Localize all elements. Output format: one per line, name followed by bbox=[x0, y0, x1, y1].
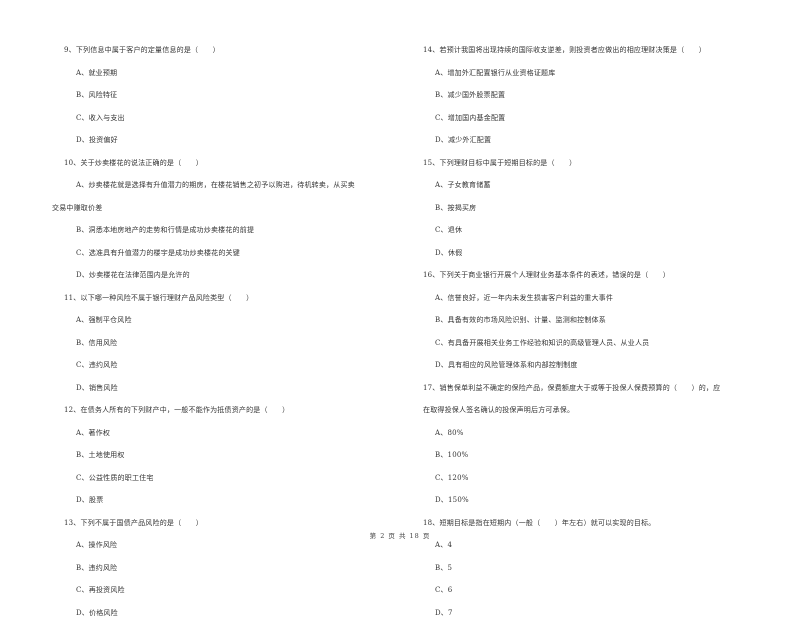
option-d: D、股票 bbox=[76, 496, 104, 504]
option-c: C、再投资风险 bbox=[76, 586, 125, 594]
option-b: B、风险特征 bbox=[76, 91, 118, 99]
option-b: B、信用风险 bbox=[76, 338, 118, 347]
question-stem: 16、下列关于商业银行开展个人理财业务基本条件的表述，错误的是（ ） bbox=[423, 271, 670, 279]
option-c: C、120% bbox=[435, 473, 469, 482]
question-stem: 10、关于炒卖楼花的说法正确的是（ ） bbox=[64, 158, 203, 167]
option-d: D、投资偏好 bbox=[76, 136, 118, 144]
question-15: 15、下列理财目标中属于短期目标的是（ ） A、子女教育储蓄 B、按揭买房 C、… bbox=[423, 157, 778, 260]
option-d: D、7 bbox=[435, 608, 453, 617]
option-d: D、休假 bbox=[435, 248, 463, 257]
question-stem: 11、以下哪一种风险不属于银行理财产品风险类型（ ） bbox=[64, 293, 254, 302]
option-a: A、就业预期 bbox=[76, 68, 118, 77]
question-stem: 15、下列理财目标中属于短期目标的是（ ） bbox=[423, 158, 577, 167]
option-a: A、4 bbox=[435, 541, 453, 549]
option-b: B、洞悉本地房地产的走势和行情是成功炒卖楼花的前提 bbox=[76, 226, 255, 234]
option-c: C、增加国内基金配置 bbox=[435, 113, 506, 122]
question-stem: 17、销售保单利益不确定的保险产品，保费额度大于或等于投保人保费预算的（ ）的，… bbox=[423, 382, 778, 418]
option-a: A、著作权 bbox=[76, 428, 111, 437]
question-10: 10、关于炒卖楼花的说法正确的是（ ） A、炒卖楼花就是选择有升值潜力的期房，在… bbox=[52, 157, 404, 283]
option-c: C、6 bbox=[435, 586, 453, 594]
left-column: 9、下列信息中属于客户的定量信息的是（ ） A、就业预期 B、风险特征 C、收入… bbox=[52, 44, 404, 629]
question-12: 12、在债务人所有的下列财产中，一般不能作为抵债资产的是（ ） A、著作权 B、… bbox=[64, 404, 404, 507]
right-column: 14、若预计我国将出现持续的国际收支逆差，则投资者应做出的相应理财决策是（ ） … bbox=[423, 44, 778, 629]
option-c: C、收入与支出 bbox=[76, 113, 125, 122]
question-stem-line1: 17、销售保单利益不确定的保险产品，保费额度大于或等于投保人保费预算的（ ）的，… bbox=[423, 383, 721, 392]
question-16: 16、下列关于商业银行开展个人理财业务基本条件的表述，错误的是（ ） A、信誉良… bbox=[423, 269, 778, 372]
option-a: A、子女教育储蓄 bbox=[435, 181, 491, 189]
question-17: 17、销售保单利益不确定的保险产品，保费额度大于或等于投保人保费预算的（ ）的，… bbox=[423, 382, 778, 508]
question-9: 9、下列信息中属于客户的定量信息的是（ ） A、就业预期 B、风险特征 C、收入… bbox=[64, 44, 404, 147]
option-d: D、减少外汇配置 bbox=[435, 136, 492, 144]
option-a: A、操作风险 bbox=[76, 541, 118, 549]
question-stem: 14、若预计我国将出现持续的国际收支逆差，则投资者应做出的相应理财决策是（ ） bbox=[423, 46, 706, 54]
option-d: D、销售风险 bbox=[76, 383, 118, 392]
option-c: C、违约风险 bbox=[76, 361, 118, 369]
option-a: A、信誉良好，近一年内未发生损害客户利益的重大事件 bbox=[435, 293, 614, 302]
option-a-line1: A、炒卖楼花就是选择有升值潜力的期房，在楼花销售之初予以购进，待机转卖，从买卖 bbox=[76, 181, 355, 189]
option-a: A、增加外汇配置银行从业资格证题库 bbox=[435, 68, 556, 77]
option-c: C、有具备开展相关业务工作经验和知识的高级管理人员、从业人员 bbox=[435, 338, 650, 347]
question-stem: 12、在债务人所有的下列财产中，一般不能作为抵债资产的是（ ） bbox=[64, 406, 290, 414]
option-d: D、价格风险 bbox=[76, 608, 118, 617]
option-a: A、炒卖楼花就是选择有升值潜力的期房，在楼花销售之初予以购进，待机转卖，从买卖 … bbox=[52, 179, 404, 215]
question-14: 14、若预计我国将出现持续的国际收支逆差，则投资者应做出的相应理财决策是（ ） … bbox=[423, 44, 778, 147]
question-11: 11、以下哪一种风险不属于银行理财产品风险类型（ ） A、强制平仓风险 B、信用… bbox=[64, 292, 404, 395]
option-b: B、5 bbox=[435, 563, 453, 572]
option-b: B、减少国外股票配置 bbox=[435, 91, 506, 99]
option-c: C、选准具有升值潜力的楼宇是成功炒卖楼花的关键 bbox=[76, 248, 240, 257]
page-number-footer: 第 2 页 共 18 页 bbox=[369, 532, 431, 540]
option-b: B、违约风险 bbox=[76, 563, 118, 572]
option-d: D、具有相应的风险管理体系和内部控制制度 bbox=[435, 361, 578, 369]
question-stem: 9、下列信息中属于客户的定量信息的是（ ） bbox=[64, 46, 220, 54]
question-stem-line2: 在取得投保人签名确认的投保声明后方可承保。 bbox=[423, 406, 575, 414]
option-a: A、80% bbox=[435, 428, 464, 437]
option-c: C、公益性质的职工住宅 bbox=[76, 473, 154, 482]
option-a-line2: 交易中赚取价差 bbox=[52, 203, 103, 212]
option-b: B、土地使用权 bbox=[76, 451, 125, 459]
option-c: C、退休 bbox=[435, 226, 463, 234]
option-b: B、按揭买房 bbox=[435, 203, 477, 212]
option-d: D、炒卖楼花在法律范围内是允许的 bbox=[76, 271, 190, 279]
option-d: D、150% bbox=[435, 496, 469, 504]
question-stem: 13、下列不属于国债产品风险的是（ ） bbox=[64, 518, 203, 527]
option-b: B、100% bbox=[435, 451, 469, 459]
exam-page: 9、下列信息中属于客户的定量信息的是（ ） A、就业预期 B、风险特征 C、收入… bbox=[0, 0, 800, 617]
option-b: B、具备有效的市场风险识别、计量、监测和控制体系 bbox=[435, 316, 606, 324]
question-stem: 18、短期目标是指在短期内（一般（ ）年左右）就可以实现的目标。 bbox=[423, 518, 656, 527]
option-a: A、强制平仓风险 bbox=[76, 316, 132, 324]
